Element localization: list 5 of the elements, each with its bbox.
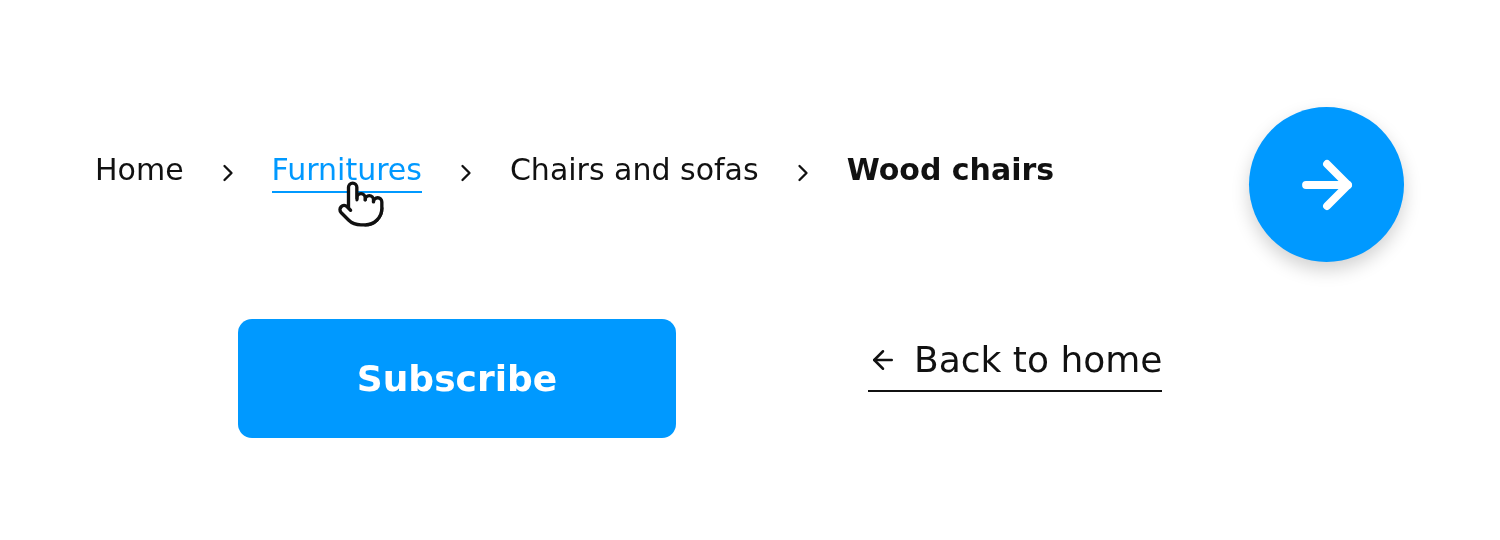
breadcrumb-link[interactable]: Chairs and sofas [509,152,759,193]
back-link[interactable]: Back to home [868,339,1163,392]
breadcrumb-link[interactable]: Home [95,152,184,193]
hand-pointer-icon [335,179,386,229]
current-page-title: Wood chairs [846,152,1055,189]
